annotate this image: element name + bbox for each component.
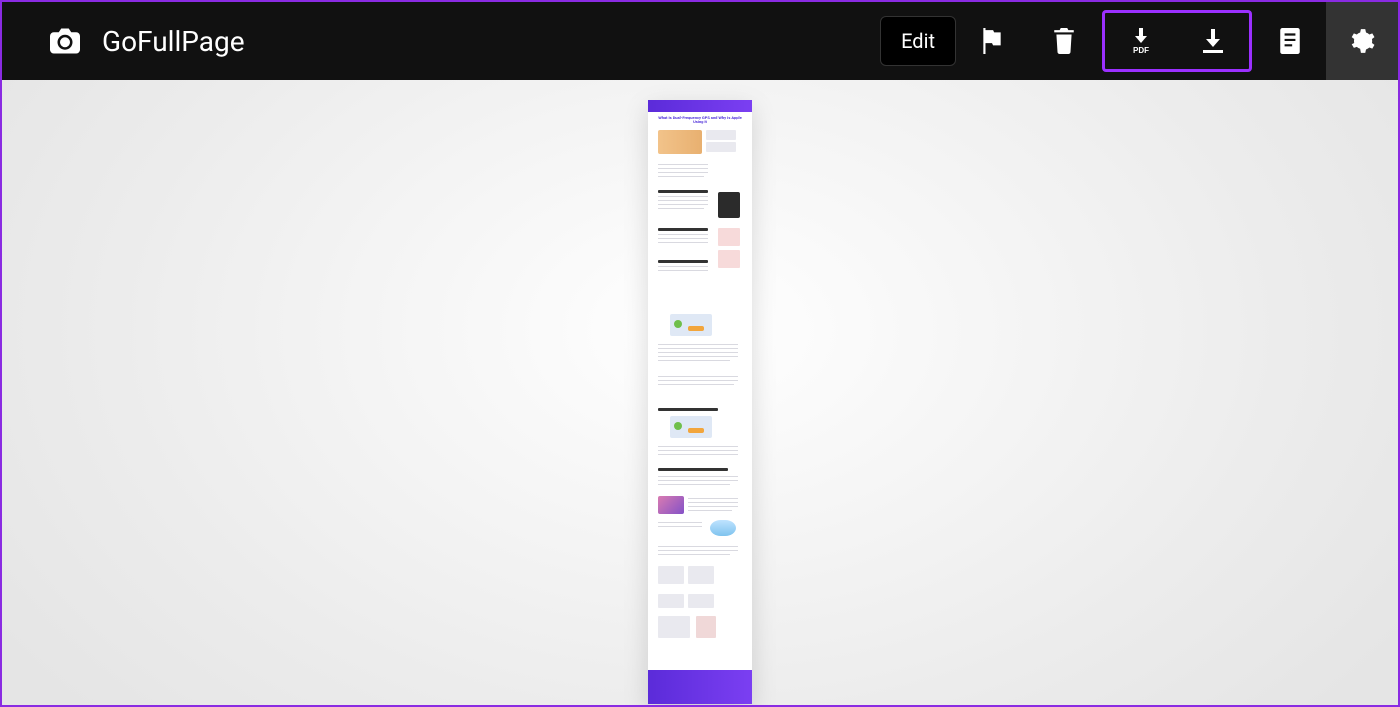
toolbar: GoFullPage Edit bbox=[2, 2, 1398, 80]
download-image-icon bbox=[1199, 27, 1227, 55]
screenshot-thumbnail[interactable]: What Is Dual-Frequency GPS and Why Is Ap… bbox=[648, 100, 752, 704]
trash-icon bbox=[1053, 28, 1075, 54]
download-pdf-button[interactable]: PDF bbox=[1105, 13, 1177, 69]
delete-button[interactable] bbox=[1028, 2, 1100, 80]
download-pdf-icon: PDF bbox=[1126, 26, 1156, 56]
files-button[interactable] bbox=[1254, 2, 1326, 80]
camera-icon bbox=[50, 28, 80, 54]
captured-page-title: What Is Dual-Frequency GPS and Why Is Ap… bbox=[656, 116, 744, 125]
download-group-highlight: PDF bbox=[1102, 10, 1252, 72]
flag-icon bbox=[981, 28, 1003, 54]
app-frame: GoFullPage Edit bbox=[0, 0, 1400, 707]
files-icon bbox=[1279, 28, 1301, 54]
svg-text:PDF: PDF bbox=[1133, 46, 1149, 55]
gear-icon bbox=[1349, 28, 1375, 54]
toolbar-left: GoFullPage bbox=[2, 25, 245, 58]
flag-button[interactable] bbox=[956, 2, 1028, 80]
toolbar-right: Edit PDF bbox=[880, 2, 1398, 80]
download-image-button[interactable] bbox=[1177, 13, 1249, 69]
edit-button-label: Edit bbox=[880, 16, 956, 66]
app-title: GoFullPage bbox=[102, 25, 245, 58]
thumbnail-content: What Is Dual-Frequency GPS and Why Is Ap… bbox=[648, 100, 752, 704]
settings-button[interactable] bbox=[1326, 2, 1398, 80]
preview-canvas[interactable]: What Is Dual-Frequency GPS and Why Is Ap… bbox=[2, 80, 1398, 705]
edit-button[interactable]: Edit bbox=[880, 2, 956, 80]
